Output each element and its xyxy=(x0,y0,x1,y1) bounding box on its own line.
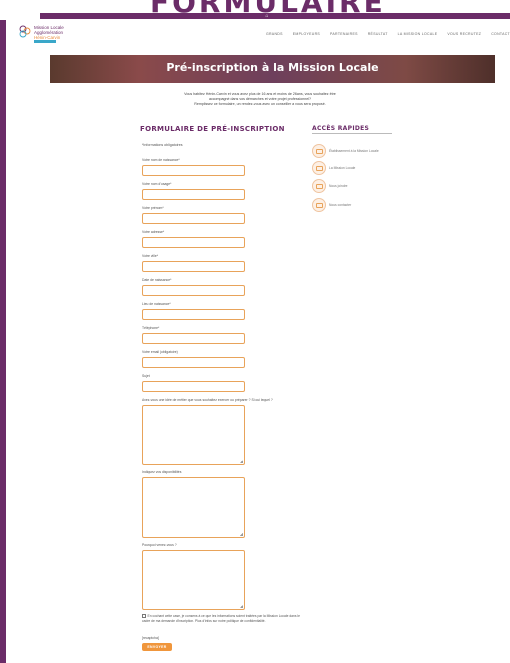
label-email: Votre email (obligatoire) xyxy=(142,350,178,354)
label-nom-naissance: Votre nom de naissance* xyxy=(142,158,180,162)
building-icon xyxy=(312,144,326,158)
nav-item-contact[interactable]: Contact xyxy=(491,32,510,36)
resize-handle[interactable] xyxy=(240,533,243,536)
form-title: FORMULAIRE DE PRÉ-INSCRIPTION xyxy=(140,125,285,133)
phone-icon xyxy=(312,179,326,193)
info-icon xyxy=(312,161,326,175)
quick-item-contacter[interactable]: Nous contacter xyxy=(312,197,351,213)
label-prenom: Votre prénom* xyxy=(142,206,164,210)
quick-item-etablissement[interactable]: Établissement à la Mission Locale xyxy=(312,143,379,159)
label-ville: Votre ville* xyxy=(142,254,159,258)
left-accent-bar xyxy=(0,0,6,663)
home-icon[interactable]: ⌂ xyxy=(263,13,271,19)
mail-icon xyxy=(312,198,326,212)
input-lieu-naissance[interactable] xyxy=(142,309,245,320)
nav-item-employeurs[interactable]: Employeurs xyxy=(293,32,320,36)
input-nom-usage[interactable] xyxy=(142,189,245,200)
nav-item-mission-locale[interactable]: La Mission Locale xyxy=(398,32,438,36)
label-telephone: Téléphone* xyxy=(142,326,160,330)
site-logo[interactable]: Mission Locale Agglomération Hénin-Carvi… xyxy=(18,24,78,44)
label-nom-usage: Votre nom d'usage* xyxy=(142,182,172,186)
input-telephone[interactable] xyxy=(142,333,245,344)
site-header: Mission Locale Agglomération Hénin-Carvi… xyxy=(6,20,510,46)
consent-text: En cochant cette case, je consens à ce q… xyxy=(142,614,300,623)
resize-handle[interactable] xyxy=(240,460,243,463)
nav-item-partenaires[interactable]: Partenaires xyxy=(330,32,358,36)
consent-block: En cochant cette case, je consens à ce q… xyxy=(142,614,307,623)
nav-item-resultat[interactable]: Résultat xyxy=(368,32,388,36)
logo-flower-icon xyxy=(19,25,31,38)
intro-text: Vous habitez Hénin-Carvin et vous avez p… xyxy=(160,92,360,107)
textarea-disponibilites[interactable] xyxy=(142,477,245,538)
main-nav: Grands Employeurs Partenaires Résultat L… xyxy=(266,32,510,36)
quick-item-label: Nous contacter xyxy=(329,203,352,207)
quick-item-mission-locale[interactable]: La Mission Locale xyxy=(312,160,355,176)
input-date-naissance[interactable] xyxy=(142,285,245,296)
consent-checkbox[interactable] xyxy=(142,614,146,618)
recaptcha[interactable]: [recaptcha] xyxy=(142,636,159,640)
input-email[interactable] xyxy=(142,357,245,368)
quick-item-label: La Mission Locale xyxy=(329,166,356,170)
textarea-idee-metier[interactable] xyxy=(142,405,245,465)
nav-item-recrutez[interactable]: Vous recrutez xyxy=(447,32,481,36)
quick-access-title: ACCÈS RAPIDES xyxy=(312,125,370,132)
logo-stripe xyxy=(34,40,56,43)
label-idee-metier: Avez-vous une idée de métier que vous so… xyxy=(142,398,273,402)
quick-item-label: Établissement à la Mission Locale xyxy=(329,149,379,153)
page-title: Pré-inscription à la Mission Locale xyxy=(166,61,379,74)
label-adresse: Votre adresse* xyxy=(142,230,165,234)
label-sujet: Sujet xyxy=(142,374,150,378)
input-nom-naissance[interactable] xyxy=(142,165,245,176)
top-strip: ⌂ xyxy=(40,13,510,19)
quick-item-joindre[interactable]: Nous joindre xyxy=(312,178,348,194)
label-date-naissance: Date de naissance* xyxy=(142,278,172,282)
submit-button[interactable]: ENVOYER xyxy=(142,643,172,651)
label-pourquoi: Pourquoi venez-vous ? xyxy=(142,543,177,547)
input-ville[interactable] xyxy=(142,261,245,272)
nav-item-grands[interactable]: Grands xyxy=(266,32,283,36)
input-adresse[interactable] xyxy=(142,237,245,248)
quick-access-divider xyxy=(312,133,392,134)
input-sujet[interactable] xyxy=(142,381,245,392)
resize-handle[interactable] xyxy=(240,605,243,608)
label-disponibilites: Indiquez vos disponibilités xyxy=(142,470,182,474)
intro-line-3: Remplissez ce formulaire, un rendez-vous… xyxy=(194,102,326,106)
textarea-pourquoi[interactable] xyxy=(142,550,245,610)
hero-banner: Pré-inscription à la Mission Locale xyxy=(50,55,495,83)
quick-item-label: Nous joindre xyxy=(329,184,348,188)
required-note: *Informations obligatoires xyxy=(142,143,183,147)
label-lieu-naissance: Lieu de naissance* xyxy=(142,302,171,306)
input-prenom[interactable] xyxy=(142,213,245,224)
